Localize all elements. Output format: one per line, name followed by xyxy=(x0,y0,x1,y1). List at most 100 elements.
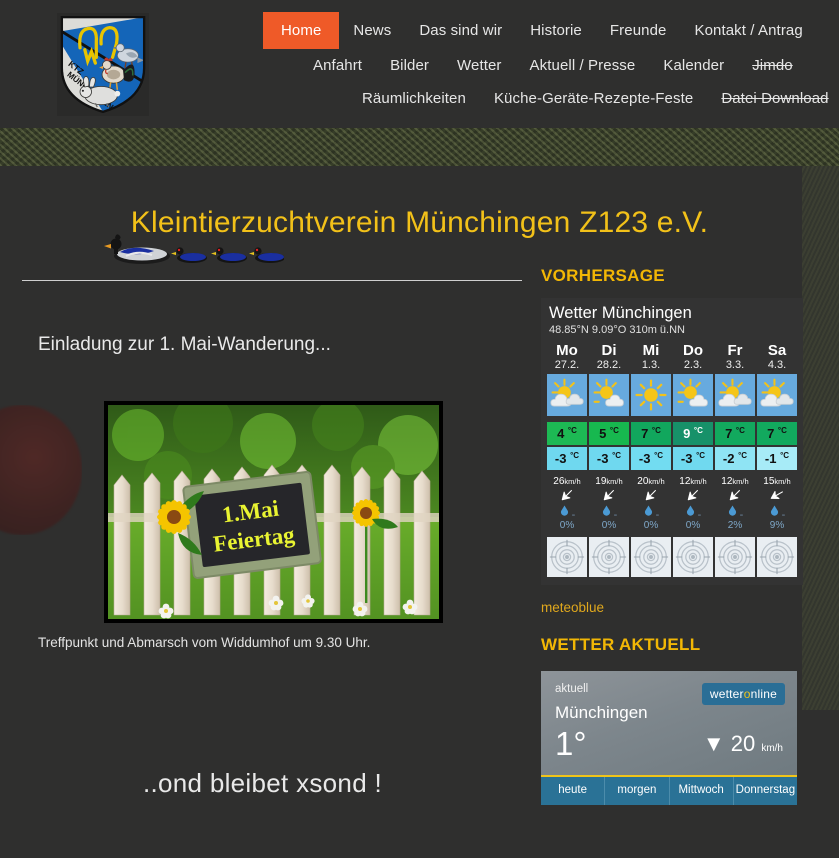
nav-item-freunde[interactable]: Freunde xyxy=(596,13,681,48)
forecast-day-date: 27.2. xyxy=(554,359,580,371)
nav-row-2: Anfahrt Bilder Wetter Aktuell / Presse Kalen… xyxy=(0,50,839,80)
wetteronline-current-panel: wetteronline aktuell Münchingen 1° ▼ 20 … xyxy=(541,671,797,777)
forecast-max-temp: 7 °C xyxy=(757,422,797,445)
ducks-decoration-image xyxy=(98,232,285,266)
wetteronline-tab-donnerstag[interactable]: Donnerstag xyxy=(734,777,797,805)
forecast-heading: VORHERSAGE xyxy=(541,266,665,285)
meteoblue-precip-probability-row: 0% 0% 0% 0% 2% 9% xyxy=(545,520,799,531)
wetteronline-logo[interactable]: wetteronline xyxy=(701,683,785,705)
wind-rose-icon xyxy=(589,537,629,577)
precipitation-probability: 9% xyxy=(769,520,785,531)
precipitation-probability: 0% xyxy=(643,520,659,531)
wind-arrow-icon: ▼ xyxy=(702,731,725,756)
forecast-day-name: Di xyxy=(601,342,617,359)
wind-direction-arrow-icon xyxy=(757,487,797,503)
wetteronline-city: Münchingen xyxy=(555,703,648,722)
partly-cloudy-icon xyxy=(715,374,755,416)
meteoblue-wind-rose-row xyxy=(545,531,799,577)
wind-rose-icon xyxy=(673,537,713,577)
wind-rose-icon xyxy=(547,537,587,577)
forecast-day-name: Fr xyxy=(727,342,743,359)
precipitation-drop-icon: - xyxy=(757,503,797,521)
forecast-day-name: Mi xyxy=(642,342,660,359)
wetteronline-tab-heute[interactable]: heute xyxy=(541,777,606,805)
wetteronline-tab-morgen[interactable]: morgen xyxy=(605,777,670,805)
meteoblue-city: Wetter Münchingen xyxy=(549,304,692,322)
forecast-min-temp: -3 °C xyxy=(631,447,671,470)
wind-rose-icon xyxy=(715,537,755,577)
forecast-min-temp: -2 °C xyxy=(715,447,755,470)
wind-direction-arrow-icon xyxy=(673,487,713,503)
precipitation-probability: 0% xyxy=(685,520,701,531)
meteoblue-icons-row xyxy=(545,374,799,416)
wo-brand-b: nline xyxy=(750,687,777,701)
nav-item-küche-geräte-rezepte-feste[interactable]: Küche-Geräte-Rezepte-Feste xyxy=(480,81,707,116)
photo-caption: Treffpunkt und Abmarsch vom Widdumhof um… xyxy=(38,635,371,650)
precipitation-probability: 0% xyxy=(601,520,617,531)
header-banner-strip xyxy=(0,128,839,166)
wo-brand-a: wetter xyxy=(709,687,744,701)
forecast-min-temp: -3 °C xyxy=(547,447,587,470)
wind-direction-arrow-icon xyxy=(715,487,755,503)
nav-row-1: Home News Das sind wir Historie Freunde Konta… xyxy=(0,11,839,49)
nav-item-räumlichkeiten[interactable]: Räumlichkeiten xyxy=(348,81,480,116)
meteoblue-coordinates: 48.85°N 9.09°O 310m ü.NN xyxy=(549,324,685,336)
mai-feiertag-photo: 1.Mai Feiertag xyxy=(108,405,439,619)
partly-cloudy-icon xyxy=(757,374,797,416)
nav-item-datei-download[interactable]: Datei Download xyxy=(707,81,839,116)
precipitation-probability: 2% xyxy=(727,520,743,531)
wetteronline-widget[interactable]: wetteronline aktuell Münchingen 1° ▼ 20 … xyxy=(541,671,797,805)
meteoblue-forecast-widget[interactable]: Wetter Münchingen 48.85°N 9.09°O 310m ü.… xyxy=(541,298,803,585)
precipitation-probability: 0% xyxy=(559,520,575,531)
sun-icon xyxy=(631,374,671,416)
main-navigation: Home News Das sind wir Historie Freunde Konta… xyxy=(0,0,839,113)
nav-item-kalender[interactable]: Kalender xyxy=(649,48,738,83)
meteoblue-wind-row: 26km/h 19km/h 20km/h 12km/h 12km/h 15km/h xyxy=(545,470,799,487)
meteoblue-max-temp-row: 4 °C 5 °C 7 °C 9 °C 7 °C 7 °C xyxy=(545,422,799,445)
sun-small-cloud-icon xyxy=(589,374,629,416)
invitation-heading: Einladung zur 1. Mai-Wanderung... xyxy=(38,334,331,355)
current-weather-heading: WETTER AKTUELL xyxy=(541,635,701,654)
wind-direction-arrow-icon xyxy=(589,487,629,503)
forecast-max-temp: 7 °C xyxy=(715,422,755,445)
main-content-column: Einladung zur 1. Mai-Wanderung... 1.Mai … xyxy=(0,296,525,799)
nav-item-bilder[interactable]: Bilder xyxy=(376,48,443,83)
forecast-day-date: 1.3. xyxy=(641,359,661,371)
wetteronline-tab-mittwoch[interactable]: Mittwoch xyxy=(670,777,734,805)
forecast-day-date: 4.3. xyxy=(767,359,787,371)
forecast-min-temp: -3 °C xyxy=(673,447,713,470)
wetteronline-wind: ▼ 20 km/h xyxy=(703,731,783,757)
weather-sidebar: VORHERSAGE Wetter Münchingen 48.85°N 9.0… xyxy=(541,266,803,805)
nav-item-home[interactable]: Home xyxy=(263,11,340,49)
meteoblue-day-dates-row: 27.2. 28.2. 1.3. 2.3. 3.3. 4.3. xyxy=(545,359,799,374)
wind-direction-arrow-icon xyxy=(631,487,671,503)
meteoblue-min-temp-row: -3 °C -3 °C -3 °C -3 °C -2 °C -1 °C xyxy=(545,447,799,470)
mai-wanderung-photo-frame: 1.Mai Feiertag xyxy=(104,401,443,623)
forecast-max-temp: 9 °C xyxy=(673,422,713,445)
nav-item-anfahrt[interactable]: Anfahrt xyxy=(299,48,376,83)
nav-item-historie[interactable]: Historie xyxy=(516,13,596,48)
nav-item-jimdo[interactable]: Jimdo xyxy=(738,48,807,83)
wind-rose-icon xyxy=(757,537,797,577)
meteoblue-link[interactable]: meteoblue xyxy=(541,600,604,615)
forecast-day-name: Sa xyxy=(767,342,787,359)
club-slogan: ..ond bleibet xsond ! xyxy=(142,768,383,798)
forecast-day-date: 3.3. xyxy=(725,359,745,371)
site-header: KTZ MÜNCHINGEN Z123 xyxy=(0,0,839,128)
forecast-day-name: Mo xyxy=(556,342,578,359)
wind-speed: 20 xyxy=(730,731,756,756)
wind-unit: km/h xyxy=(761,743,783,754)
forecast-day-name: Do xyxy=(683,342,703,359)
partly-cloudy-icon xyxy=(547,374,587,416)
forecast-max-temp: 7 °C xyxy=(631,422,671,445)
forecast-day-date: 2.3. xyxy=(683,359,703,371)
nav-item-news[interactable]: News xyxy=(339,13,405,48)
wind-rose-icon xyxy=(631,537,671,577)
nav-item-das-sind-wir[interactable]: Das sind wir xyxy=(405,13,516,48)
nav-item-aktuell-presse[interactable]: Aktuell / Presse xyxy=(516,48,650,83)
meteoblue-wind-direction-row xyxy=(545,487,799,503)
nav-item-kontakt-antrag[interactable]: Kontakt / Antrag xyxy=(680,13,816,48)
nav-item-wetter[interactable]: Wetter xyxy=(443,48,516,83)
wetteronline-day-tabs: heute morgen Mittwoch Donnerstag xyxy=(541,777,797,805)
meteoblue-day-names-row: Mo Di Mi Do Fr Sa xyxy=(545,342,799,359)
